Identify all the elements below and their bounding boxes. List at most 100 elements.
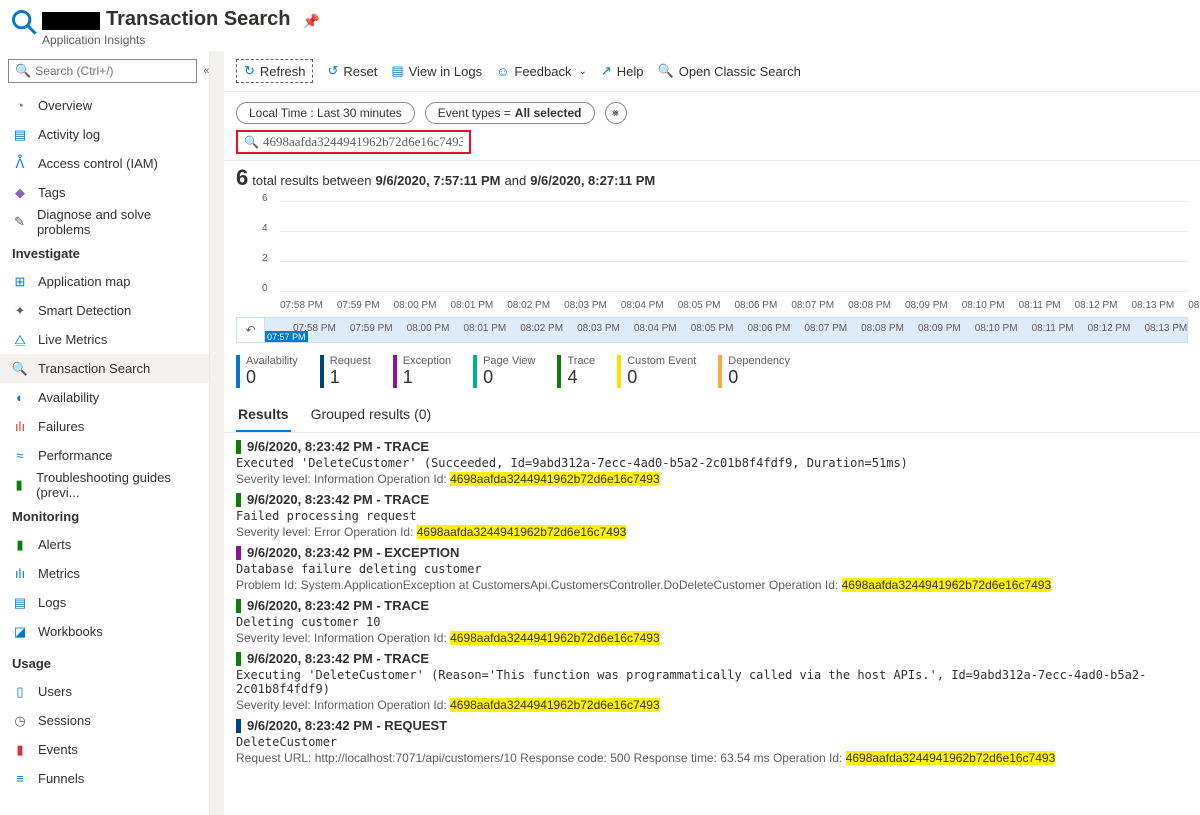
- nav-label: Logs: [38, 595, 66, 610]
- counter-availability[interactable]: Availability0: [236, 355, 298, 388]
- nav-label: Metrics: [38, 566, 80, 581]
- classic-search-button[interactable]: 🔍Open Classic Search: [658, 63, 801, 79]
- refresh-button[interactable]: ↻Refresh: [236, 59, 313, 83]
- result-meta: Severity level: Error Operation Id: 4698…: [236, 525, 1188, 539]
- sidebar-item-troubleshooting-guides-previ-[interactable]: ▮Troubleshooting guides (previ...: [0, 470, 209, 499]
- nav-icon: ≡: [12, 771, 28, 786]
- toolbar: ↻Refresh ↺Reset ▤View in Logs ☺Feedback⌄…: [224, 51, 1200, 92]
- nav-label: Smart Detection: [38, 303, 131, 318]
- counter-request[interactable]: Request1: [320, 355, 371, 388]
- result-message: Executed 'DeleteCustomer' (Succeeded, Id…: [236, 456, 1188, 470]
- reset-icon: ↺: [327, 63, 338, 79]
- result-meta: Request URL: http://localhost:7071/api/c…: [236, 751, 1188, 765]
- nav-label: Sessions: [38, 713, 91, 728]
- nav-label: Activity log: [38, 127, 100, 142]
- search-icon: 🔍: [244, 135, 259, 149]
- nav-label: Failures: [38, 419, 84, 434]
- refresh-icon: ↻: [244, 63, 255, 79]
- nav-icon: ▤: [12, 127, 28, 143]
- sidebar-item-access-control-iam-[interactable]: ᐰAccess control (IAM): [0, 149, 209, 178]
- nav-icon: ▤: [12, 595, 28, 611]
- help-icon: ↗: [601, 63, 612, 79]
- nav-label: Events: [38, 742, 78, 757]
- counter-exception[interactable]: Exception1: [393, 355, 451, 388]
- logs-icon: ▤: [391, 63, 403, 79]
- reset-button[interactable]: ↺Reset: [327, 63, 377, 79]
- counter-custom-event[interactable]: Custom Event0: [617, 355, 696, 388]
- resource-name-redacted: [42, 12, 100, 30]
- sidebar-item-application-map[interactable]: ⊞Application map: [0, 267, 209, 296]
- event-types-pill[interactable]: Event types = All selected: [425, 102, 595, 124]
- sidebar-item-logs[interactable]: ▤ Logs: [0, 588, 209, 617]
- nav-icon: ≈: [12, 448, 28, 463]
- result-meta: Severity level: Information Operation Id…: [236, 472, 1188, 486]
- nav-label: Transaction Search: [38, 361, 150, 376]
- result-item[interactable]: 9/6/2020, 8:23:42 PM - REQUESTDeleteCust…: [236, 718, 1188, 765]
- result-item[interactable]: 9/6/2020, 8:23:42 PM - EXCEPTIONDatabase…: [236, 545, 1188, 592]
- event-counters: Availability0 Request1 Exception1 Page View…: [224, 343, 1200, 396]
- sidebar-item-transaction-search[interactable]: 🔍 Transaction Search: [0, 354, 209, 383]
- sidebar-item-failures[interactable]: ılı Failures: [0, 412, 209, 441]
- nav-icon: 🔍: [12, 361, 28, 377]
- nav-icon: ▮: [12, 742, 28, 758]
- sidebar-item-overview[interactable]: ◔Overview: [0, 91, 209, 120]
- nav-icon: ▮: [12, 537, 28, 553]
- sidebar-item-availability[interactable]: ◐Availability: [0, 383, 209, 412]
- result-item[interactable]: 9/6/2020, 8:23:42 PM - TRACEExecuted 'De…: [236, 439, 1188, 486]
- transaction-search-input[interactable]: [263, 134, 463, 150]
- sidebar-item-funnels[interactable]: ≡ Funnels: [0, 764, 209, 793]
- sidebar-item-metrics[interactable]: ılı Metrics: [0, 559, 209, 588]
- counter-page-view[interactable]: Page View0: [473, 355, 535, 388]
- result-meta: Problem Id: System.ApplicationException …: [236, 578, 1188, 592]
- add-filter-button[interactable]: ⨳: [605, 102, 627, 124]
- brush-handle[interactable]: ↶: [237, 318, 265, 342]
- nav-icon: ılı: [12, 419, 28, 434]
- tab-results[interactable]: Results: [236, 400, 291, 432]
- sidebar-item-alerts[interactable]: ▮Alerts: [0, 530, 209, 559]
- nav-icon: ✦: [12, 303, 28, 319]
- sidebar-item-smart-detection[interactable]: ✦ Smart Detection: [0, 296, 209, 325]
- section-monitoring: Monitoring: [0, 499, 209, 530]
- nav-icon: ✎: [12, 214, 27, 230]
- sidebar-item-live-metrics[interactable]: ⧋Live Metrics: [0, 325, 209, 354]
- time-brush[interactable]: ↶ 07:57 PM 07:58 PM07:59 PM08:00 PM08:01…: [236, 317, 1188, 343]
- section-investigate: Investigate: [0, 236, 209, 267]
- type-badge: [236, 440, 241, 454]
- result-item[interactable]: 9/6/2020, 8:23:42 PM - TRACEExecuting 'D…: [236, 651, 1188, 712]
- nav-icon: ▯: [12, 684, 28, 700]
- sidebar-search-input[interactable]: [35, 64, 190, 78]
- result-item[interactable]: 9/6/2020, 8:23:42 PM - TRACEFailed proce…: [236, 492, 1188, 539]
- nav-label: Performance: [38, 448, 112, 463]
- sidebar-collapse-icon[interactable]: «: [203, 65, 209, 77]
- tab-grouped[interactable]: Grouped results (0): [309, 400, 434, 432]
- counter-dependency[interactable]: Dependency0: [718, 355, 790, 388]
- result-item[interactable]: 9/6/2020, 8:23:42 PM - TRACEDeleting cus…: [236, 598, 1188, 645]
- sidebar-item-workbooks[interactable]: ◪Workbooks: [0, 617, 209, 646]
- sidebar-item-tags[interactable]: ◆Tags: [0, 178, 209, 207]
- nav-label: Overview: [38, 98, 92, 113]
- results-chart: 6 4 2 0 07:58 PM07:59 PM08:00 PM08:01 PM…: [224, 193, 1200, 313]
- nav-label: Live Metrics: [38, 332, 107, 347]
- sidebar-item-events[interactable]: ▮ Events: [0, 735, 209, 764]
- result-message: Failed processing request: [236, 509, 1188, 523]
- nav-label: Funnels: [38, 771, 84, 786]
- view-logs-button[interactable]: ▤View in Logs: [391, 63, 482, 79]
- nav-icon: ılı: [12, 566, 28, 581]
- counter-trace[interactable]: Trace4: [557, 355, 595, 388]
- feedback-button[interactable]: ☺Feedback⌄: [496, 64, 587, 79]
- sidebar-item-users[interactable]: ▯Users: [0, 677, 209, 706]
- main-content: ↻Refresh ↺Reset ▤View in Logs ☺Feedback⌄…: [224, 51, 1200, 815]
- sidebar-item-diagnose-and-solve-problems[interactable]: ✎Diagnose and solve problems: [0, 207, 209, 236]
- pin-icon[interactable]: 📌: [303, 13, 320, 30]
- sidebar-scrollbar[interactable]: [210, 51, 224, 815]
- sidebar-item-activity-log[interactable]: ▤ Activity log: [0, 120, 209, 149]
- page-subtitle: Application Insights: [42, 33, 320, 47]
- operation-id: 4698aafda3244941962b72d6e16c7493: [842, 578, 1052, 592]
- sidebar-search[interactable]: 🔍: [8, 59, 197, 83]
- sidebar-item-performance[interactable]: ≈ Performance: [0, 441, 209, 470]
- sidebar-item-sessions[interactable]: ◷Sessions: [0, 706, 209, 735]
- transaction-search-input-wrap[interactable]: 🔍: [236, 130, 471, 154]
- help-button[interactable]: ↗Help: [601, 63, 644, 79]
- time-range-pill[interactable]: Local Time : Last 30 minutes: [236, 102, 415, 124]
- nav-icon: ▮: [12, 477, 26, 493]
